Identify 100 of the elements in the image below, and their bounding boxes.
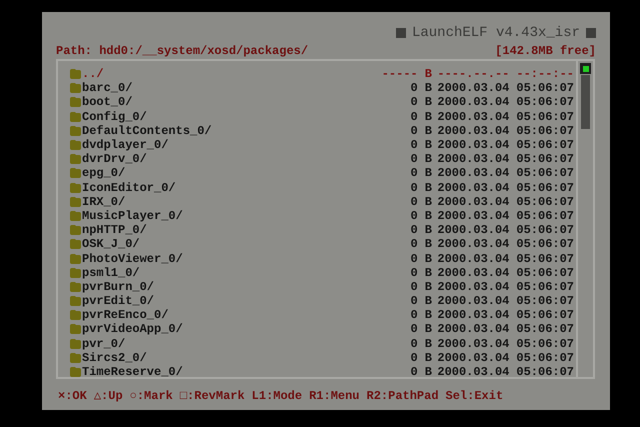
unit-cell-text: B <box>424 95 433 110</box>
folder-icon <box>70 83 81 94</box>
time-cell: 05:06:07 <box>516 223 574 238</box>
size-cell-text: 0 <box>410 152 418 166</box>
date-cell: 2000.03.04 <box>437 280 510 294</box>
size-cell-text: 0 <box>410 110 418 124</box>
unit-cell-text: B <box>424 110 433 124</box>
size-cell-text: 0 <box>410 252 418 266</box>
file-name: barc_0/ <box>82 81 134 96</box>
file-name: TimeReserve_0/ <box>82 365 184 380</box>
time-cell: 05:06:07 <box>516 208 574 223</box>
button-hint: ○:Mark <box>130 388 173 405</box>
unit-cell-text: B <box>424 322 433 336</box>
time-cell: 05:06:07 <box>516 166 574 180</box>
size-cell-text: 0 <box>410 322 418 336</box>
date-cell: ----.--.-- <box>437 67 510 82</box>
size-cell-text: 0 <box>410 166 418 180</box>
folder-icon <box>70 254 81 264</box>
file-name: epg_0/ <box>82 166 126 180</box>
time-cell: 05:06:07 <box>516 95 574 110</box>
file-name: ../ <box>82 67 105 82</box>
date-cell: 2000.03.04 <box>437 336 510 351</box>
unit-cell-text: B <box>424 124 433 138</box>
date-cell: 2000.03.04 <box>437 194 510 209</box>
folder-icon <box>70 210 81 221</box>
time-cell: --:--:-- <box>516 67 574 82</box>
folder-icon <box>70 154 81 164</box>
date-cell: 2000.03.04 <box>437 350 510 365</box>
time-cell: 05:06:07 <box>516 138 574 152</box>
unit-cell-text: B <box>424 194 433 209</box>
size-cell-text: 0 <box>410 223 418 238</box>
file-name: npHTTP_0/ <box>82 223 148 238</box>
file-name: OSK_J_0/ <box>82 237 141 252</box>
file-name: IRX_0/ <box>82 194 126 209</box>
scrollbar-thumb[interactable] <box>581 75 590 129</box>
folder-icon <box>70 352 81 363</box>
size-cell-text: 0 <box>410 208 418 223</box>
unit-cell-text: B <box>424 308 433 322</box>
size-cell-text: 0 <box>410 194 418 209</box>
time-cell: 05:06:07 <box>516 124 574 138</box>
unit-cell-text: B <box>424 252 433 266</box>
date-cell: 2000.03.04 <box>437 81 510 96</box>
folder-icon <box>70 239 81 250</box>
unit-cell-text: B <box>424 365 433 380</box>
date-cell: 2000.03.04 <box>437 180 510 195</box>
unit-cell-text: B <box>424 266 433 280</box>
file-name: pvrReEnco_0/ <box>82 308 170 322</box>
time-cell: 05:06:07 <box>516 266 574 280</box>
size-cell-text: 0 <box>410 308 418 322</box>
size-cell-text: 0 <box>410 237 418 252</box>
date-cell: 2000.03.04 <box>437 110 510 124</box>
button-hint: Sel:Exit <box>446 388 504 405</box>
size-cell-text: 0 <box>410 336 418 351</box>
size-cell-text: 0 <box>410 124 418 138</box>
scrollbar[interactable] <box>578 59 595 379</box>
unit-cell-text: B <box>424 223 433 238</box>
size-cell-text: ----- <box>380 67 418 82</box>
file-name: Sircs2_0/ <box>82 350 148 365</box>
status-icon <box>580 63 591 74</box>
file-name: PhotoViewer_0/ <box>82 252 184 266</box>
folder-icon <box>70 112 81 122</box>
folder-icon <box>70 367 81 378</box>
free-space-label: [142.8MB free] <box>495 44 596 58</box>
time-cell: 05:06:07 <box>516 194 574 209</box>
time-cell: 05:06:07 <box>516 322 574 336</box>
file-name: dvdplayer_0/ <box>82 138 170 152</box>
unit-cell-text: B <box>424 208 433 223</box>
unit-cell-text: B <box>424 166 433 180</box>
folder-icon <box>70 225 81 236</box>
date-cell: 2000.03.04 <box>437 124 510 138</box>
unit-cell-text: B <box>424 138 433 152</box>
size-cell-text: 0 <box>410 81 418 96</box>
folder-icon <box>70 69 81 80</box>
folder-icon <box>70 310 81 320</box>
time-cell: 05:06:07 <box>516 81 574 96</box>
file-name: pvrVideoApp_0/ <box>82 322 184 336</box>
file-name: psml1_0/ <box>82 266 141 280</box>
date-cell: 2000.03.04 <box>437 138 510 152</box>
date-cell: 2000.03.04 <box>437 237 510 252</box>
button-hint: ×:OK <box>58 388 87 405</box>
file-name: IconEditor_0/ <box>82 180 177 195</box>
time-cell: 05:06:07 <box>516 180 574 195</box>
folder-icon <box>70 282 81 292</box>
unit-cell-text: B <box>424 280 433 294</box>
unit-cell-text: B <box>424 237 433 252</box>
square-icon <box>586 28 596 38</box>
button-hint: R1:Menu <box>309 388 360 405</box>
time-cell: 05:06:07 <box>516 252 574 266</box>
size-cell-text: 0 <box>410 280 418 294</box>
date-cell: 2000.03.04 <box>437 266 510 280</box>
folder-icon <box>70 324 81 334</box>
button-hint: R2:PathPad <box>366 388 439 405</box>
size-cell-text: 0 <box>410 350 418 365</box>
size-cell-text: 0 <box>410 95 418 110</box>
folder-icon <box>70 268 81 278</box>
date-cell: 2000.03.04 <box>437 365 510 380</box>
folder-icon <box>70 140 81 150</box>
folder-icon <box>70 196 81 207</box>
size-cell-text: 0 <box>410 365 418 380</box>
folder-icon <box>70 182 81 193</box>
